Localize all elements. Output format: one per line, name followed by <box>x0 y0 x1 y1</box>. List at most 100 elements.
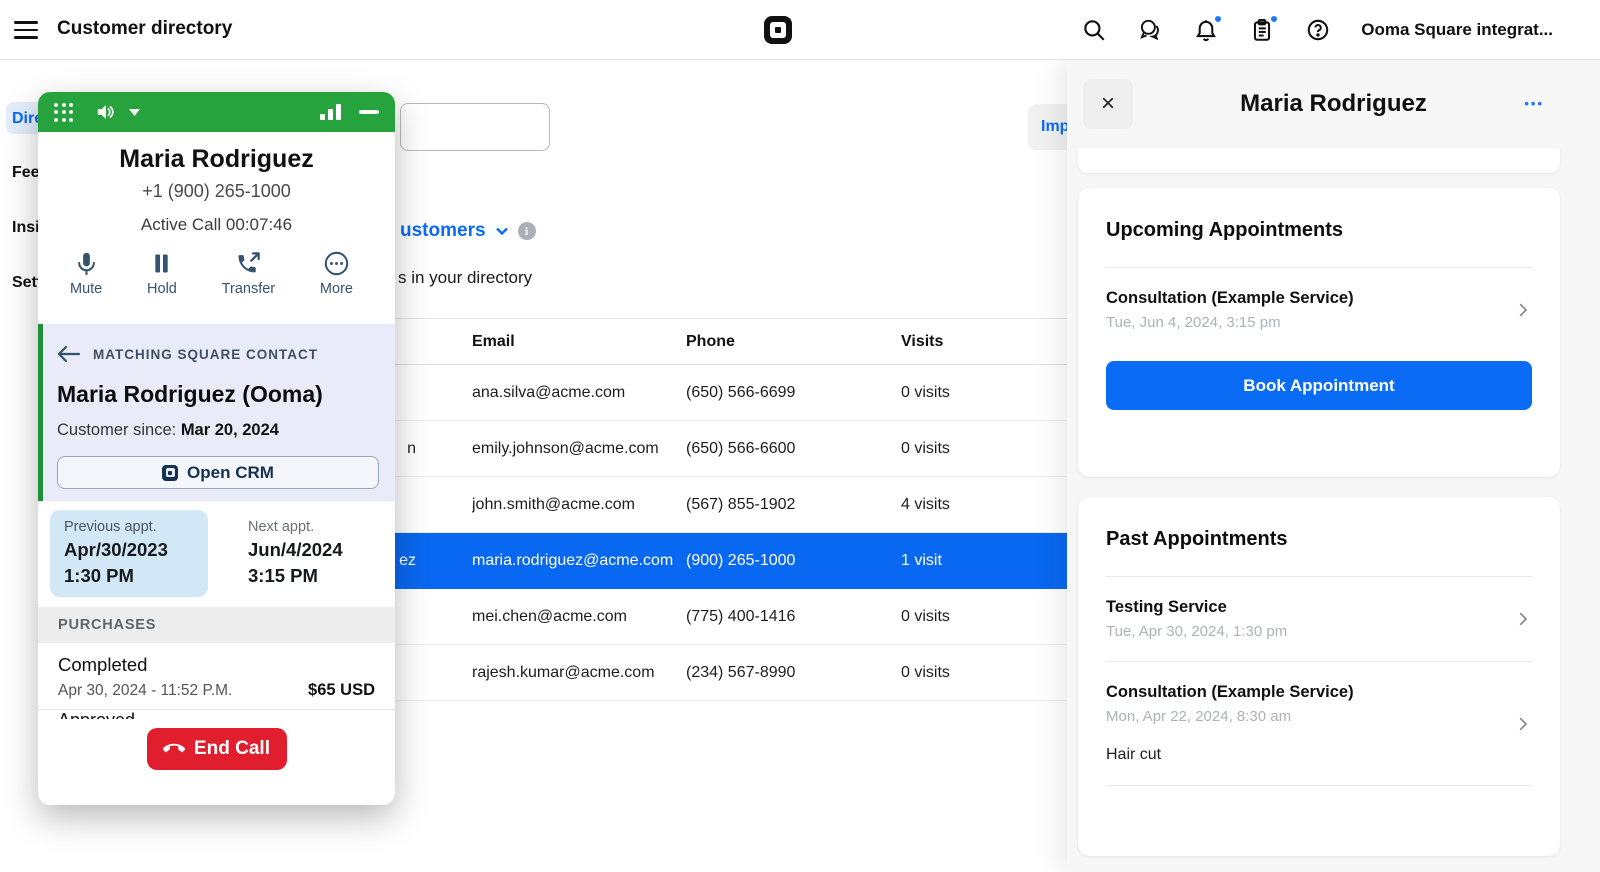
cell-email: mei.chen@acme.com <box>472 608 686 626</box>
next-appt-label: Next appt. <box>248 519 343 535</box>
directory-count-text: s in your directory <box>398 268 532 288</box>
open-crm-button[interactable]: Open CRM <box>57 456 379 489</box>
upcoming-appointments-card: Upcoming Appointments Consultation (Exam… <box>1078 188 1560 477</box>
call-status: Active Call 00:07:46 <box>38 215 395 235</box>
cell-email: rajesh.kumar@acme.com <box>472 664 686 682</box>
appointment-title: Testing Service <box>1106 598 1502 617</box>
cell-phone: (650) 566-6600 <box>686 440 901 458</box>
audio-device-caret-icon[interactable] <box>129 109 140 116</box>
bell-icon[interactable] <box>1193 17 1219 43</box>
clipboard-notification-dot <box>1269 14 1279 24</box>
customer-search-input[interactable] <box>400 103 550 151</box>
open-crm-label: Open CRM <box>187 463 274 483</box>
appointment-note: Hair cut <box>1106 746 1502 764</box>
customer-since: Customer since: Mar 20, 2024 <box>57 421 379 440</box>
topbar: Customer directory Ooma Square integrat.… <box>0 0 1600 60</box>
next-appt-time: 3:15 PM <box>248 565 343 587</box>
hold-button[interactable]: Hold <box>147 250 177 297</box>
chevron-down-icon[interactable] <box>494 223 510 239</box>
transfer-label: Transfer <box>222 281 275 297</box>
clipboard-icon[interactable] <box>1249 17 1275 43</box>
pause-icon <box>148 250 175 277</box>
transfer-button[interactable]: Transfer <box>222 250 275 297</box>
caller-name: Maria Rodriguez <box>38 145 395 174</box>
customer-filter: ustomers i <box>400 220 536 242</box>
cell-phone: (900) 265-1000 <box>686 552 901 570</box>
end-call-label: End Call <box>194 738 270 760</box>
panel-title: Maria Rodriguez <box>1067 90 1600 118</box>
chevron-right-icon[interactable] <box>1514 715 1532 733</box>
matching-contact-label: MATCHING SQUARE CONTACT <box>93 347 318 362</box>
previous-appt-date: Apr/30/2023 <box>64 539 194 561</box>
appointment-date: Tue, Apr 30, 2024, 1:30 pm <box>1106 623 1502 640</box>
mute-label: Mute <box>70 281 102 297</box>
account-name[interactable]: Ooma Square integrat... <box>1361 20 1553 40</box>
back-arrow-icon[interactable] <box>57 344 81 364</box>
speaker-icon[interactable] <box>95 101 117 123</box>
more-options-icon[interactable]: ••• <box>1524 96 1544 111</box>
cell-visits: 4 visits <box>901 496 1067 514</box>
cell-phone: (567) 855-1902 <box>686 496 901 514</box>
hold-label: Hold <box>147 281 177 297</box>
signal-strength-icon <box>320 104 341 120</box>
customer-since-value: Mar 20, 2024 <box>181 421 279 439</box>
cell-phone: (775) 400-1416 <box>686 608 901 626</box>
cell-phone: (234) 567-8990 <box>686 664 901 682</box>
chevron-right-icon[interactable] <box>1514 610 1532 628</box>
purchase-item[interactable]: Completed Apr 30, 2024 - 11:52 P.M. $65 … <box>38 643 395 710</box>
next-appointment[interactable]: Next appt. Jun/4/2024 3:15 PM <box>234 510 357 597</box>
purchase-amount: $65 USD <box>308 681 375 700</box>
cell-visits: 0 visits <box>901 384 1067 402</box>
column-email[interactable]: Email <box>472 333 686 351</box>
help-icon[interactable] <box>1305 17 1331 43</box>
call-widget: Maria Rodriguez +1 (900) 265-1000 Active… <box>38 92 395 805</box>
cell-visits: 1 visit <box>901 552 1067 570</box>
purchase-date: Apr 30, 2024 - 11:52 P.M. <box>58 682 232 700</box>
column-visits[interactable]: Visits <box>901 333 1067 351</box>
past-heading: Past Appointments <box>1106 528 1532 551</box>
cell-email: emily.johnson@acme.com <box>472 440 686 458</box>
upcoming-appointment-item[interactable]: Consultation (Example Service) Tue, Jun … <box>1106 268 1532 352</box>
topbar-actions: Ooma Square integrat... <box>1081 0 1553 60</box>
previous-appt-label: Previous appt. <box>64 519 194 535</box>
mute-button[interactable]: Mute <box>70 250 102 297</box>
book-appointment-button[interactable]: Book Appointment <box>1106 361 1532 410</box>
past-appointment-item[interactable]: Testing Service Tue, Apr 30, 2024, 1:30 … <box>1106 577 1532 661</box>
scrolled-card-partial <box>1078 148 1560 173</box>
cell-email: ana.silva@acme.com <box>472 384 686 402</box>
previous-appointment[interactable]: Previous appt. Apr/30/2023 1:30 PM <box>50 510 208 597</box>
more-label: More <box>320 281 353 297</box>
chat-icon[interactable] <box>1137 17 1163 43</box>
chevron-right-icon[interactable] <box>1514 301 1532 319</box>
appointments-summary: Previous appt. Apr/30/2023 1:30 PM Next … <box>38 501 395 607</box>
more-icon <box>323 250 350 277</box>
cell-email: john.smith@acme.com <box>472 496 686 514</box>
caller-phone: +1 (900) 265-1000 <box>38 181 395 202</box>
info-icon[interactable]: i <box>518 222 536 240</box>
purchases-header: PURCHASES <box>38 607 395 643</box>
past-appointment-item[interactable]: Consultation (Example Service) Mon, Apr … <box>1106 662 1532 785</box>
appointment-title: Consultation (Example Service) <box>1106 289 1502 308</box>
square-logo <box>764 16 792 44</box>
cell-visits: 0 visits <box>901 440 1067 458</box>
matching-contact-section: MATCHING SQUARE CONTACT Maria Rodriguez … <box>38 324 395 501</box>
upcoming-heading: Upcoming Appointments <box>1106 219 1532 242</box>
drag-handle-icon[interactable] <box>54 103 73 122</box>
more-button[interactable]: More <box>320 250 353 297</box>
customer-filter-label[interactable]: ustomers <box>400 220 486 242</box>
minimize-icon[interactable] <box>359 110 379 114</box>
bell-notification-dot <box>1213 14 1223 24</box>
end-call-button[interactable]: End Call <box>147 728 287 770</box>
call-controls: Mute Hold Transfer More <box>38 250 395 297</box>
next-appt-date: Jun/4/2024 <box>248 539 343 561</box>
menu-icon[interactable] <box>14 19 38 41</box>
appointment-date: Tue, Jun 4, 2024, 3:15 pm <box>1106 314 1502 331</box>
customer-detail-panel: × Maria Rodriguez ••• Upcoming Appointme… <box>1067 60 1600 872</box>
column-phone[interactable]: Phone <box>686 333 901 351</box>
square-logo-icon <box>162 465 178 481</box>
search-icon[interactable] <box>1081 17 1107 43</box>
matching-contact-name: Maria Rodriguez (Ooma) <box>57 381 379 408</box>
appointment-date: Mon, Apr 22, 2024, 8:30 am <box>1106 708 1502 725</box>
cell-visits: 0 visits <box>901 664 1067 682</box>
purchase-status: Completed <box>58 654 375 676</box>
